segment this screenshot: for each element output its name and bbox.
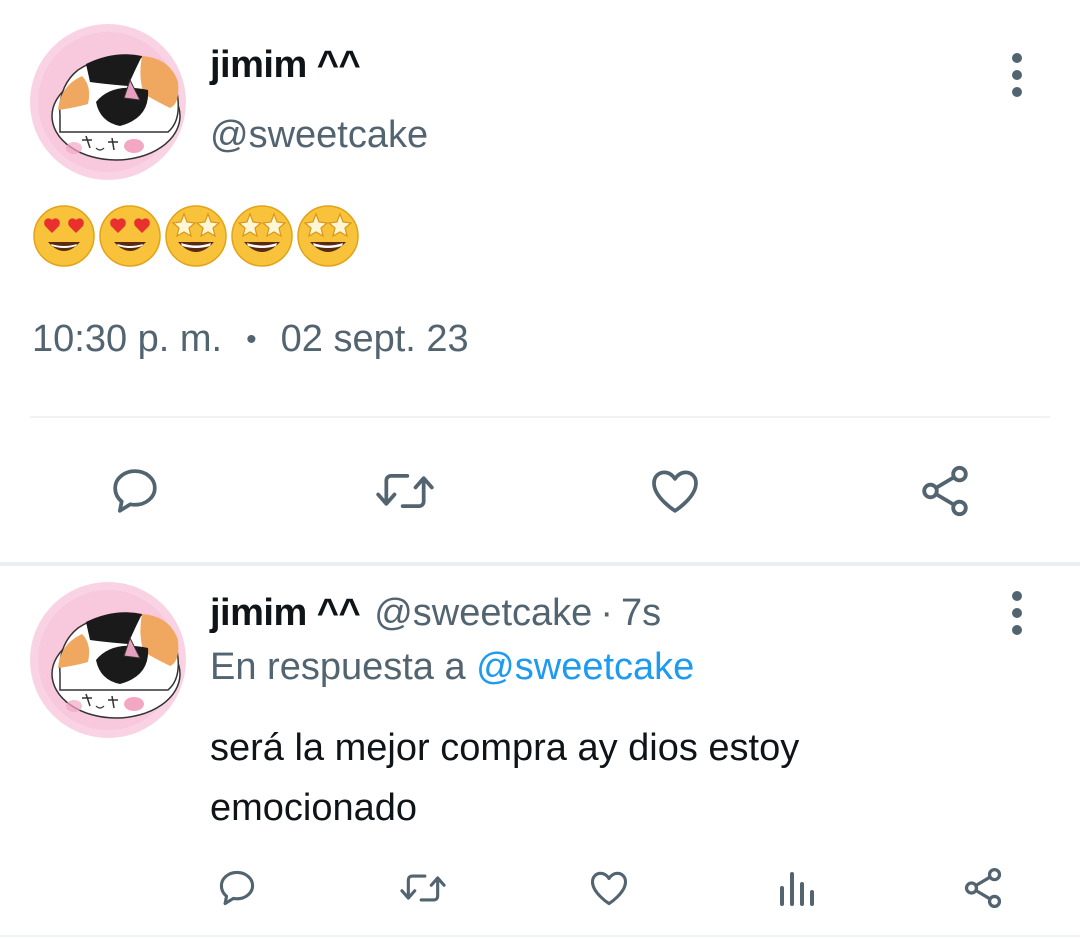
retweet-icon: [376, 473, 434, 509]
retweet-button[interactable]: [394, 862, 452, 914]
display-name[interactable]: jimim ^^: [210, 44, 361, 87]
reply-to-mention[interactable]: @sweetcake: [476, 646, 694, 688]
star-struck-emoji-icon: [164, 204, 228, 268]
avatar[interactable]: [30, 24, 186, 180]
main-tweet: jimim ^^ @sweetcake 10:30 p. m. • 02 sep…: [0, 0, 1080, 562]
more-options-icon[interactable]: [997, 50, 1037, 100]
reply-header: jimim ^^ @sweetcake · 7s: [210, 592, 661, 635]
tweet-timestamp[interactable]: 10:30 p. m. • 02 sept. 23: [32, 318, 469, 361]
more-dot: [1012, 591, 1022, 601]
tweet-emojis: [32, 204, 360, 268]
user-handle[interactable]: @sweetcake: [210, 114, 428, 157]
like-button[interactable]: [582, 862, 636, 914]
share-icon: [922, 465, 968, 517]
divider: [30, 416, 1050, 418]
section-separator: [0, 562, 1080, 566]
retweet-icon: [400, 874, 446, 902]
cat-avatar-image: [30, 582, 186, 738]
views-icon: [780, 872, 814, 906]
more-options-icon[interactable]: [997, 588, 1037, 638]
more-dot: [1012, 625, 1022, 635]
tweet-date: 02 sept. 23: [280, 318, 469, 360]
share-button[interactable]: [956, 862, 1010, 914]
reply-button[interactable]: [100, 456, 170, 526]
more-dot: [1012, 87, 1022, 97]
reply-context: En respuesta a @sweetcake: [210, 646, 694, 689]
share-icon: [964, 867, 1002, 909]
more-dot: [1012, 608, 1022, 618]
retweet-button[interactable]: [368, 456, 442, 526]
more-dot: [1012, 70, 1022, 80]
reply-text: será la mejor compra ay dios estoy emoci…: [210, 727, 800, 829]
heart-icon: [652, 470, 698, 513]
reply-to-prefix: En respuesta a: [210, 646, 466, 688]
reply-time[interactable]: 7s: [621, 592, 661, 635]
bottom-divider: [0, 935, 1080, 937]
like-button[interactable]: [642, 456, 708, 526]
header-separator: ·: [600, 592, 613, 634]
reply-icon: [219, 870, 255, 906]
more-dot: [1012, 53, 1022, 63]
share-button[interactable]: [912, 456, 978, 526]
tweet-time: 10:30 p. m.: [32, 318, 223, 360]
views-button[interactable]: [772, 862, 820, 914]
reply-icon: [113, 469, 157, 513]
user-handle[interactable]: @sweetcake: [374, 592, 592, 635]
heart-icon: [590, 871, 628, 906]
reply-button[interactable]: [210, 862, 264, 914]
avatar[interactable]: [30, 582, 186, 738]
timestamp-separator: •: [246, 322, 257, 356]
heart-eyes-emoji-icon: [32, 204, 96, 268]
cat-avatar-image: [30, 24, 186, 180]
star-struck-emoji-icon: [296, 204, 360, 268]
display-name[interactable]: jimim ^^: [210, 592, 361, 635]
star-struck-emoji-icon: [230, 204, 294, 268]
heart-eyes-emoji-icon: [98, 204, 162, 268]
